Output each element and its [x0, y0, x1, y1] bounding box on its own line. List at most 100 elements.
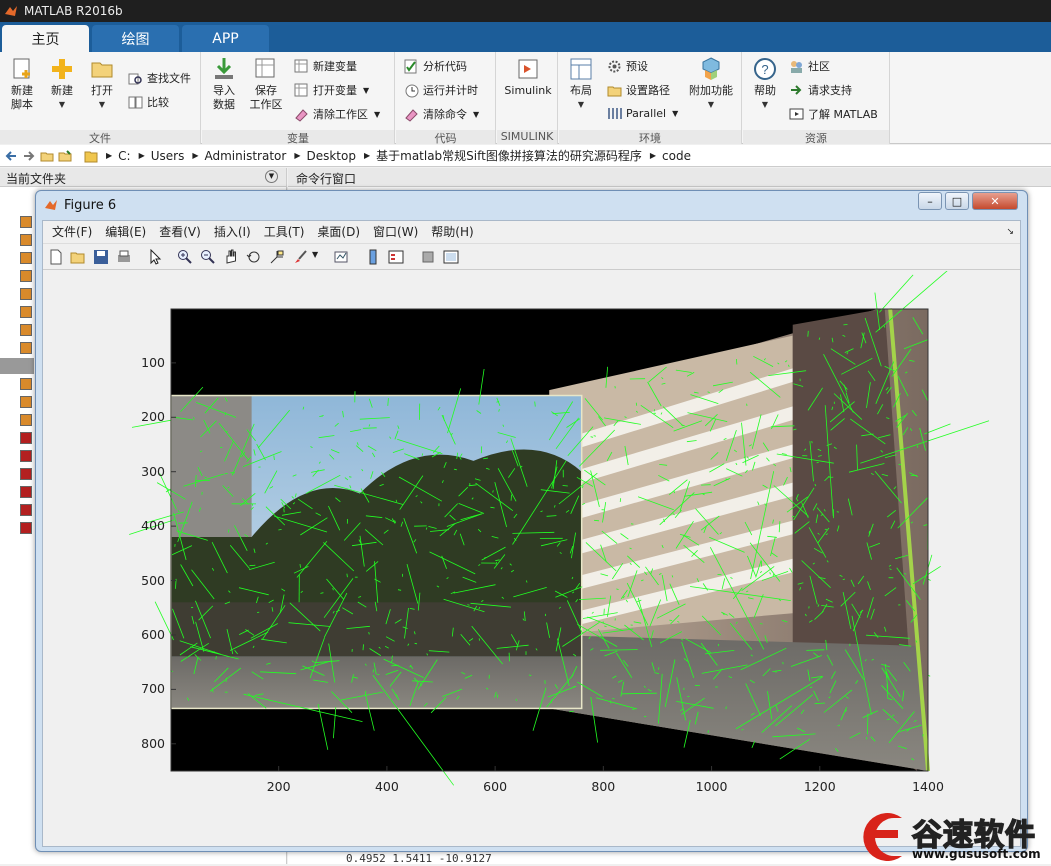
breadcrumb-separator: ▶	[364, 151, 370, 160]
m-file-icon[interactable]	[20, 396, 32, 408]
selected-file-row[interactable]	[0, 358, 34, 374]
pan-hand-icon[interactable]	[223, 249, 239, 265]
forward-arrow-icon[interactable]	[22, 149, 36, 163]
menu-tools[interactable]: 工具(T)	[264, 223, 305, 240]
png-file-icon[interactable]	[20, 522, 32, 534]
zoom-out-icon[interactable]	[200, 249, 216, 265]
rotate-3d-icon[interactable]	[246, 249, 262, 265]
browse-folder-icon[interactable]	[58, 149, 72, 163]
new-button[interactable]: 新建 ▼	[46, 56, 78, 112]
open-file-icon[interactable]	[70, 249, 86, 265]
maximize-button[interactable]: □	[945, 192, 969, 210]
print-icon[interactable]	[116, 249, 132, 265]
m-file-icon[interactable]	[20, 342, 32, 354]
chevron-down-icon: ▼	[708, 98, 714, 112]
open-button[interactable]: 打开 ▼	[86, 56, 118, 112]
request-support-button[interactable]: 请求支持	[789, 82, 852, 98]
help-button[interactable]: ? 帮助 ▼	[749, 56, 781, 112]
menu-window[interactable]: 窗口(W)	[373, 223, 418, 240]
save-workspace-button[interactable]: 保存 工作区	[246, 56, 286, 112]
set-path-button[interactable]: 设置路径	[607, 82, 670, 98]
back-arrow-icon[interactable]	[4, 149, 18, 163]
parallel-button[interactable]: Parallel ▼	[607, 106, 678, 121]
clear-commands-button[interactable]: 清除命令 ▼	[404, 106, 479, 122]
save-icon[interactable]	[93, 249, 109, 265]
breadcrumb-item[interactable]: Users	[151, 149, 185, 163]
m-file-icon[interactable]	[20, 288, 32, 300]
minimize-button[interactable]: –	[918, 192, 942, 210]
m-file-icon[interactable]	[20, 270, 32, 282]
run-and-time-button[interactable]: 运行并计时	[404, 82, 478, 98]
png-file-icon[interactable]	[20, 504, 32, 516]
menu-file[interactable]: 文件(F)	[52, 223, 92, 240]
breadcrumb-item[interactable]: code	[662, 149, 691, 163]
breadcrumb-item[interactable]: Administrator	[205, 149, 287, 163]
minimize-icon: –	[927, 195, 933, 208]
analyze-code-icon	[404, 59, 419, 74]
close-button[interactable]: ✕	[972, 192, 1018, 210]
brush-icon[interactable]	[293, 249, 309, 265]
new-script-button[interactable]: 新建 脚本	[6, 56, 38, 112]
open-variable-button[interactable]: 打开变量 ▼	[294, 82, 369, 98]
addons-button[interactable]: 附加功能 ▼	[685, 56, 737, 112]
keypoint-arrow	[636, 403, 637, 406]
m-file-icon[interactable]	[20, 234, 32, 246]
analyze-code-button[interactable]: 分析代码	[404, 58, 467, 74]
watermark-logo-icon	[850, 808, 910, 866]
y-tick-label: 100	[125, 355, 165, 370]
tab-plots[interactable]: 绘图	[92, 25, 179, 52]
legend-icon[interactable]	[388, 249, 404, 265]
breadcrumb-item[interactable]: C:	[118, 149, 130, 163]
breadcrumb-separator: ▶	[139, 151, 145, 160]
m-file-icon[interactable]	[20, 306, 32, 318]
show-plot-tools-icon[interactable]	[443, 249, 459, 265]
figure-toolbar: ▼	[43, 243, 1020, 270]
find-files-button[interactable]: 查找文件	[128, 70, 191, 86]
chevron-down-icon[interactable]: ▼	[312, 250, 318, 259]
data-cursor-icon[interactable]	[269, 249, 285, 265]
new-variable-button[interactable]: 新建变量	[294, 58, 357, 74]
tab-home[interactable]: 主页	[2, 25, 89, 52]
clear-workspace-button[interactable]: 清除工作区 ▼	[294, 106, 380, 122]
menu-desktop[interactable]: 桌面(D)	[317, 223, 360, 240]
hide-plot-tools-icon[interactable]	[420, 249, 436, 265]
layout-button[interactable]: 布局 ▼	[565, 56, 597, 112]
breadcrumb-item[interactable]: Desktop	[306, 149, 356, 163]
tab-apps[interactable]: APP	[182, 25, 269, 52]
compare-button[interactable]: 比较	[128, 94, 169, 110]
pointer-icon[interactable]	[147, 249, 163, 265]
m-file-icon[interactable]	[20, 252, 32, 264]
figure-title-bar[interactable]: Figure 6 – □ ✕	[36, 191, 1027, 219]
png-file-icon[interactable]	[20, 486, 32, 498]
x-tick-label: 600	[475, 779, 515, 794]
png-file-icon[interactable]	[20, 450, 32, 462]
colorbar-icon[interactable]	[365, 249, 381, 265]
zoom-in-icon[interactable]	[177, 249, 193, 265]
menu-help[interactable]: 帮助(H)	[431, 223, 473, 240]
keypoint-arrow	[479, 638, 480, 640]
menu-view[interactable]: 查看(V)	[159, 223, 201, 240]
link-plot-icon[interactable]	[333, 249, 349, 265]
community-button[interactable]: 社区	[789, 58, 830, 74]
m-file-icon[interactable]	[20, 378, 32, 390]
learn-matlab-icon	[789, 107, 804, 122]
preferences-button[interactable]: 预设	[607, 58, 648, 74]
dock-arrow-icon[interactable]: ↘	[1006, 227, 1014, 237]
watermark-url: www.gususoft.com	[912, 847, 1041, 861]
png-file-icon[interactable]	[20, 468, 32, 480]
up-folder-icon[interactable]	[40, 149, 54, 163]
breadcrumb-item[interactable]: 基于matlab常规Sift图像拼接算法的研究源码程序	[376, 147, 642, 164]
import-data-button[interactable]: 导入 数据	[208, 56, 240, 112]
menu-edit[interactable]: 编辑(E)	[105, 223, 146, 240]
menu-insert[interactable]: 插入(I)	[214, 223, 251, 240]
panel-menu-icon[interactable]: ▼	[265, 170, 278, 183]
m-file-icon[interactable]	[20, 414, 32, 426]
m-file-icon[interactable]	[20, 216, 32, 228]
stitched-image-plot[interactable]	[43, 271, 1020, 846]
m-file-icon[interactable]	[20, 324, 32, 336]
new-figure-icon[interactable]	[48, 249, 64, 265]
learn-matlab-button[interactable]: 了解 MATLAB	[789, 106, 878, 122]
png-file-icon[interactable]	[20, 432, 32, 444]
left-building	[171, 396, 252, 554]
simulink-button[interactable]: Simulink	[503, 56, 553, 98]
